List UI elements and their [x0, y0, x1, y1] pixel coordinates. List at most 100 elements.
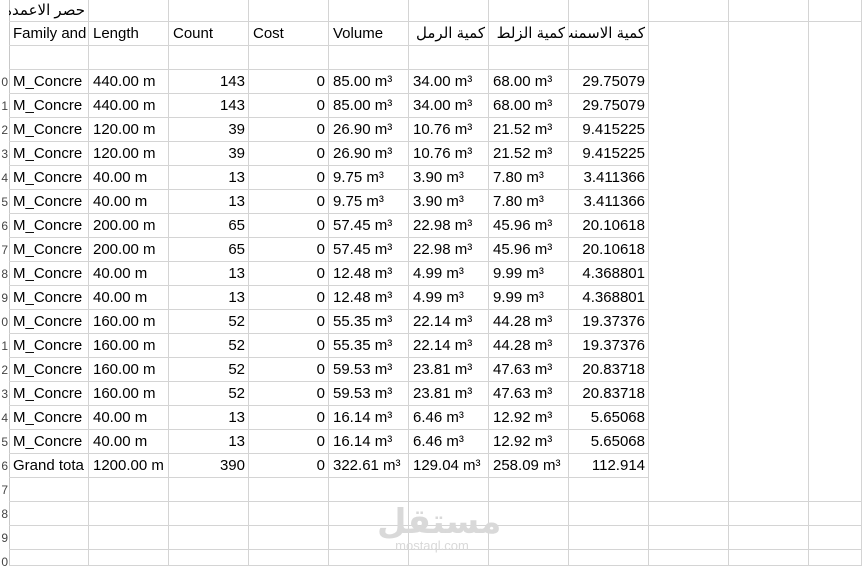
data-cell[interactable]: 12.48 m³: [329, 286, 409, 310]
data-cell[interactable]: 143: [169, 70, 249, 94]
row-number-fragment[interactable]: 3: [0, 382, 8, 406]
data-cell[interactable]: M_Concre: [9, 166, 89, 190]
data-cell[interactable]: 0: [249, 166, 329, 190]
data-cell[interactable]: 7.80 m³: [489, 166, 569, 190]
column-header-2[interactable]: Length: [89, 22, 169, 46]
data-cell[interactable]: 160.00 m: [89, 382, 169, 406]
data-cell[interactable]: 10.76 m³: [409, 118, 489, 142]
total-cell[interactable]: 1200.00 m: [89, 454, 169, 478]
data-cell[interactable]: 10.76 m³: [409, 142, 489, 166]
column-header-3[interactable]: Count: [169, 22, 249, 46]
data-cell[interactable]: 200.00 m: [89, 214, 169, 238]
data-cell[interactable]: 200.00 m: [89, 238, 169, 262]
data-cell[interactable]: 5.65068: [569, 406, 649, 430]
column-header-6[interactable]: كمية الرمل: [409, 22, 489, 46]
data-cell[interactable]: 12.92 m³: [489, 406, 569, 430]
data-cell[interactable]: 3.90 m³: [409, 190, 489, 214]
data-cell[interactable]: 19.37376: [569, 334, 649, 358]
data-cell[interactable]: 120.00 m: [89, 118, 169, 142]
data-cell[interactable]: 40.00 m: [89, 262, 169, 286]
data-cell[interactable]: 3.90 m³: [409, 166, 489, 190]
data-cell[interactable]: 65: [169, 214, 249, 238]
data-cell[interactable]: M_Concre: [9, 94, 89, 118]
data-cell[interactable]: 20.10618: [569, 238, 649, 262]
data-cell[interactable]: 47.63 m³: [489, 358, 569, 382]
data-cell[interactable]: M_Concre: [9, 406, 89, 430]
row-number-fragment[interactable]: 9: [0, 526, 8, 550]
row-number-fragment[interactable]: 0: [0, 550, 8, 574]
data-cell[interactable]: 5.65068: [569, 430, 649, 454]
data-cell[interactable]: 9.99 m³: [489, 286, 569, 310]
row-number-fragment[interactable]: 5: [0, 430, 8, 454]
data-cell[interactable]: 160.00 m: [89, 310, 169, 334]
row-number-fragment[interactable]: 0: [0, 310, 8, 334]
data-cell[interactable]: M_Concre: [9, 118, 89, 142]
data-cell[interactable]: 13: [169, 430, 249, 454]
data-cell[interactable]: 9.75 m³: [329, 166, 409, 190]
data-cell[interactable]: 160.00 m: [89, 358, 169, 382]
data-cell[interactable]: 34.00 m³: [409, 70, 489, 94]
data-cell[interactable]: M_Concre: [9, 238, 89, 262]
data-cell[interactable]: M_Concre: [9, 286, 89, 310]
data-cell[interactable]: 0: [249, 334, 329, 358]
data-cell[interactable]: 45.96 m³: [489, 238, 569, 262]
data-cell[interactable]: 22.98 m³: [409, 238, 489, 262]
data-cell[interactable]: M_Concre: [9, 262, 89, 286]
row-number-fragment[interactable]: 2: [0, 118, 8, 142]
data-cell[interactable]: 40.00 m: [89, 190, 169, 214]
data-cell[interactable]: 0: [249, 94, 329, 118]
data-cell[interactable]: 13: [169, 262, 249, 286]
data-cell[interactable]: 85.00 m³: [329, 70, 409, 94]
data-cell[interactable]: 52: [169, 334, 249, 358]
data-cell[interactable]: 0: [249, 310, 329, 334]
column-header-8[interactable]: كمية الاسمنت: [569, 22, 649, 46]
data-cell[interactable]: 0: [249, 406, 329, 430]
total-cell[interactable]: Grand tota: [9, 454, 89, 478]
data-cell[interactable]: 13: [169, 166, 249, 190]
data-cell[interactable]: 55.35 m³: [329, 334, 409, 358]
data-cell[interactable]: 22.14 m³: [409, 310, 489, 334]
data-cell[interactable]: M_Concre: [9, 382, 89, 406]
data-cell[interactable]: 26.90 m³: [329, 118, 409, 142]
data-cell[interactable]: 440.00 m: [89, 94, 169, 118]
data-cell[interactable]: 26.90 m³: [329, 142, 409, 166]
data-cell[interactable]: 0: [249, 430, 329, 454]
row-number-fragment[interactable]: 1: [0, 334, 8, 358]
data-cell[interactable]: 23.81 m³: [409, 382, 489, 406]
data-cell[interactable]: 68.00 m³: [489, 94, 569, 118]
data-cell[interactable]: 20.83718: [569, 358, 649, 382]
data-cell[interactable]: 440.00 m: [89, 70, 169, 94]
data-cell[interactable]: 22.14 m³: [409, 334, 489, 358]
data-cell[interactable]: M_Concre: [9, 214, 89, 238]
data-cell[interactable]: 40.00 m: [89, 406, 169, 430]
row-number-fragment[interactable]: 3: [0, 142, 8, 166]
data-cell[interactable]: 55.35 m³: [329, 310, 409, 334]
data-cell[interactable]: 160.00 m: [89, 334, 169, 358]
row-number-fragment[interactable]: 7: [0, 238, 8, 262]
data-cell[interactable]: 85.00 m³: [329, 94, 409, 118]
data-cell[interactable]: M_Concre: [9, 310, 89, 334]
data-cell[interactable]: M_Concre: [9, 334, 89, 358]
data-cell[interactable]: 0: [249, 262, 329, 286]
data-cell[interactable]: 44.28 m³: [489, 310, 569, 334]
data-cell[interactable]: 20.10618: [569, 214, 649, 238]
data-cell[interactable]: 4.368801: [569, 262, 649, 286]
data-cell[interactable]: 7.80 m³: [489, 190, 569, 214]
data-cell[interactable]: 0: [249, 382, 329, 406]
data-cell[interactable]: 0: [249, 142, 329, 166]
data-cell[interactable]: 57.45 m³: [329, 214, 409, 238]
data-cell[interactable]: 29.75079: [569, 94, 649, 118]
data-cell[interactable]: 40.00 m: [89, 286, 169, 310]
total-cell[interactable]: 390: [169, 454, 249, 478]
data-cell[interactable]: 40.00 m: [89, 166, 169, 190]
data-cell[interactable]: 21.52 m³: [489, 118, 569, 142]
data-cell[interactable]: 13: [169, 406, 249, 430]
data-cell[interactable]: 45.96 m³: [489, 214, 569, 238]
data-cell[interactable]: 12.92 m³: [489, 430, 569, 454]
data-cell[interactable]: 52: [169, 358, 249, 382]
data-cell[interactable]: 39: [169, 142, 249, 166]
row-number-fragment[interactable]: 6: [0, 454, 8, 478]
data-cell[interactable]: 34.00 m³: [409, 94, 489, 118]
data-cell[interactable]: 13: [169, 286, 249, 310]
data-cell[interactable]: 9.415225: [569, 118, 649, 142]
